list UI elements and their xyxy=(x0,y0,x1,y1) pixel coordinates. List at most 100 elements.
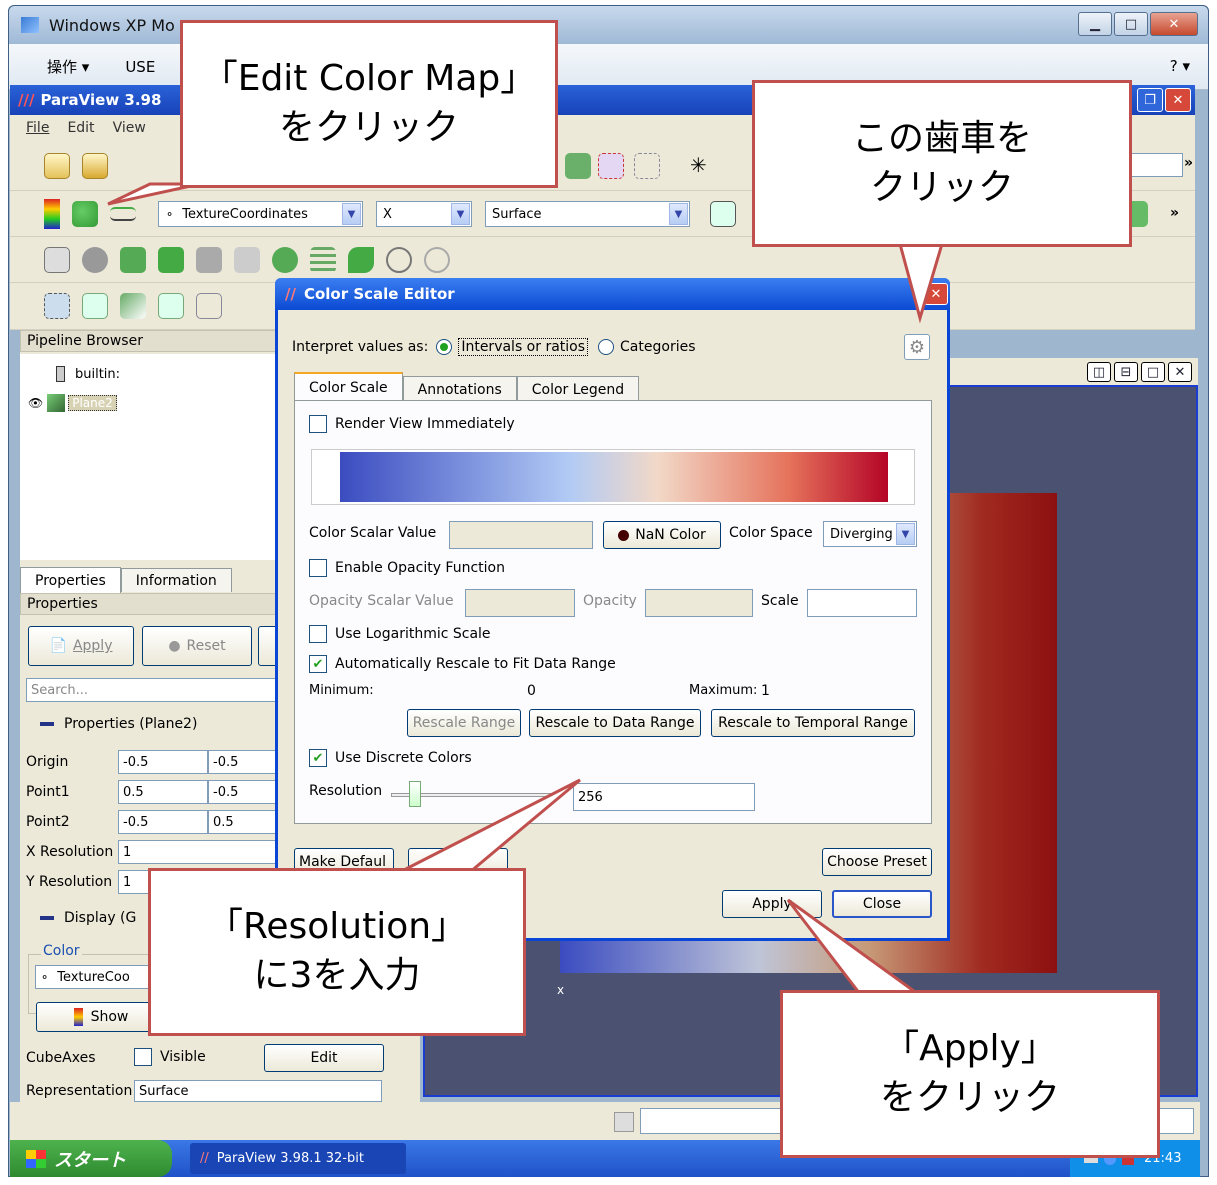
menu-file[interactable]: File xyxy=(26,120,49,136)
opacity-scalar-field[interactable] xyxy=(465,589,575,617)
discrete-colors-checkbox[interactable]: ✔ Use Discrete Colors xyxy=(309,749,472,767)
menu-edit[interactable]: Edit xyxy=(67,120,94,136)
display-section[interactable]: Display (G xyxy=(40,910,136,926)
nan-color-button[interactable]: NaN Color xyxy=(603,521,721,549)
maximize-view-icon[interactable]: □ xyxy=(1141,362,1165,382)
point2-y-field[interactable]: 0.5 xyxy=(208,810,278,834)
dialog-apply-button[interactable]: Apply xyxy=(722,890,822,918)
toolbar-overflow-icon[interactable]: » xyxy=(1184,155,1193,171)
tab-properties[interactable]: Properties xyxy=(20,567,121,593)
cube-axes-edit-button[interactable]: Edit xyxy=(264,1044,384,1072)
log-scale-checkbox[interactable]: Use Logarithmic Scale xyxy=(309,625,491,643)
auto-rescale-checkbox[interactable]: ✔ Automatically Rescale to Fit Data Rang… xyxy=(309,655,616,673)
open-icon[interactable] xyxy=(44,152,70,179)
toolbar-overflow-icon[interactable]: » xyxy=(1170,205,1179,221)
x-resolution-field[interactable]: 1 xyxy=(118,840,278,864)
maximize-button[interactable]: □ xyxy=(1114,12,1148,36)
visible-checkbox[interactable]: Visible xyxy=(134,1048,206,1066)
taskbar-paraview[interactable]: // ParaView 3.98.1 32-bit xyxy=(190,1143,406,1174)
checkbox[interactable] xyxy=(134,1048,152,1066)
checkbox[interactable] xyxy=(309,625,327,643)
contour-icon[interactable] xyxy=(82,246,108,273)
warp-icon[interactable] xyxy=(348,246,374,273)
pipeline-item-plane2[interactable]: 👁 Plane2 xyxy=(28,394,117,412)
checkbox[interactable] xyxy=(309,559,327,577)
help-menu[interactable]: ? ▾ xyxy=(1170,57,1190,75)
threshold-icon[interactable] xyxy=(196,246,222,273)
extract-subset-icon[interactable] xyxy=(234,246,260,273)
minimize-button[interactable]: ▁ xyxy=(1078,12,1112,36)
interact-icon[interactable]: ✳ xyxy=(690,153,707,177)
plot-over-line-icon[interactable] xyxy=(120,293,146,319)
selection-icon[interactable] xyxy=(565,153,591,179)
tab-annotations[interactable]: Annotations xyxy=(402,376,517,402)
point1-x-field[interactable]: 0.5 xyxy=(118,780,208,804)
point1-y-field[interactable]: -0.5 xyxy=(208,780,278,804)
render-immediately-checkbox[interactable]: Render View Immediately xyxy=(309,415,515,433)
resolution-slider-handle[interactable] xyxy=(409,781,421,807)
clip-icon[interactable] xyxy=(120,246,146,273)
pv-restore-button[interactable]: ❐ xyxy=(1137,88,1163,112)
properties-search[interactable]: Search... xyxy=(26,678,286,702)
menu-view[interactable]: View xyxy=(113,120,146,136)
open-recent-icon[interactable] xyxy=(82,152,108,179)
color-scalar-field[interactable] xyxy=(449,521,593,549)
origin-x-field[interactable]: -0.5 xyxy=(118,750,208,774)
close-button[interactable]: ✕ xyxy=(1150,12,1198,36)
tab-information[interactable]: Information xyxy=(120,568,232,592)
calculator-icon[interactable] xyxy=(44,246,70,273)
checkbox[interactable] xyxy=(309,415,327,433)
color-legend-icon[interactable] xyxy=(44,198,60,229)
checkbox-checked[interactable]: ✔ xyxy=(309,749,327,767)
status-close-icon[interactable] xyxy=(614,1112,634,1132)
representation-combo-left[interactable]: Surface xyxy=(134,1080,382,1102)
color-map-preview[interactable] xyxy=(311,449,915,505)
glyph-icon[interactable] xyxy=(272,246,298,273)
dialog-close-btn[interactable]: Close xyxy=(832,890,932,918)
color-space-combo[interactable]: Diverging ▼ xyxy=(823,521,917,547)
xp-menu-usb[interactable]: USE xyxy=(125,58,155,76)
point2-x-field[interactable]: -0.5 xyxy=(118,810,208,834)
tab-color-scale[interactable]: Color Scale xyxy=(294,372,403,402)
rescale-range-icon[interactable] xyxy=(110,206,136,221)
properties-section[interactable]: Properties (Plane2) xyxy=(40,716,197,732)
select-cells-icon[interactable] xyxy=(44,293,70,319)
histogram-icon[interactable] xyxy=(158,293,184,319)
select-block-icon[interactable] xyxy=(634,153,660,179)
rescale-range-button[interactable]: Rescale Range xyxy=(407,709,521,737)
edit-color-map-icon[interactable] xyxy=(72,200,98,227)
categories-radio[interactable] xyxy=(598,339,615,355)
dialog-close-button[interactable]: ✕ xyxy=(924,283,948,305)
split-vertical-icon[interactable]: ⊟ xyxy=(1114,362,1138,382)
start-button[interactable]: スタート xyxy=(10,1140,172,1177)
close-view-icon[interactable]: ✕ xyxy=(1168,362,1192,382)
enable-opacity-checkbox[interactable]: Enable Opacity Function xyxy=(309,559,505,577)
intervals-radio[interactable] xyxy=(436,339,453,355)
apply-button-disabled[interactable]: 📄 Apply xyxy=(28,626,134,666)
slice-icon[interactable] xyxy=(158,246,184,273)
array-combo[interactable]: ⚬ TextureCoordinates ▼ xyxy=(158,201,363,227)
select-points-icon[interactable] xyxy=(598,153,624,179)
toolbar-field[interactable] xyxy=(1125,153,1183,177)
axes-icon[interactable] xyxy=(196,293,222,319)
extract-level-icon[interactable] xyxy=(424,246,450,273)
pipeline-root[interactable]: builtin: xyxy=(56,366,120,382)
checkbox-checked[interactable]: ✔ xyxy=(309,655,327,673)
opacity-field[interactable] xyxy=(645,589,753,617)
gear-icon[interactable]: ⚙ xyxy=(904,334,930,360)
stream-tracer-icon[interactable] xyxy=(310,246,336,273)
rescale-data-range-button[interactable]: Rescale to Data Range xyxy=(529,709,701,737)
group-icon[interactable] xyxy=(386,246,412,273)
resolution-field[interactable]: 256 xyxy=(573,783,755,811)
representation-combo[interactable]: Surface ▼ xyxy=(485,201,690,227)
rescale-temporal-range-button[interactable]: Rescale to Temporal Range xyxy=(711,709,915,737)
reset-button[interactable]: ● Reset xyxy=(142,626,252,666)
component-combo[interactable]: X ▼ xyxy=(376,201,472,227)
origin-y-field[interactable]: -0.5 xyxy=(208,750,278,774)
split-horizontal-icon[interactable]: ◫ xyxy=(1087,362,1111,382)
reset-camera-icon[interactable] xyxy=(710,201,736,227)
tab-color-legend[interactable]: Color Legend xyxy=(516,376,640,402)
pv-close-button[interactable]: ✕ xyxy=(1165,88,1191,112)
xp-menu-action[interactable]: 操作 ▾ xyxy=(47,56,89,77)
plot-icon[interactable] xyxy=(82,293,108,319)
